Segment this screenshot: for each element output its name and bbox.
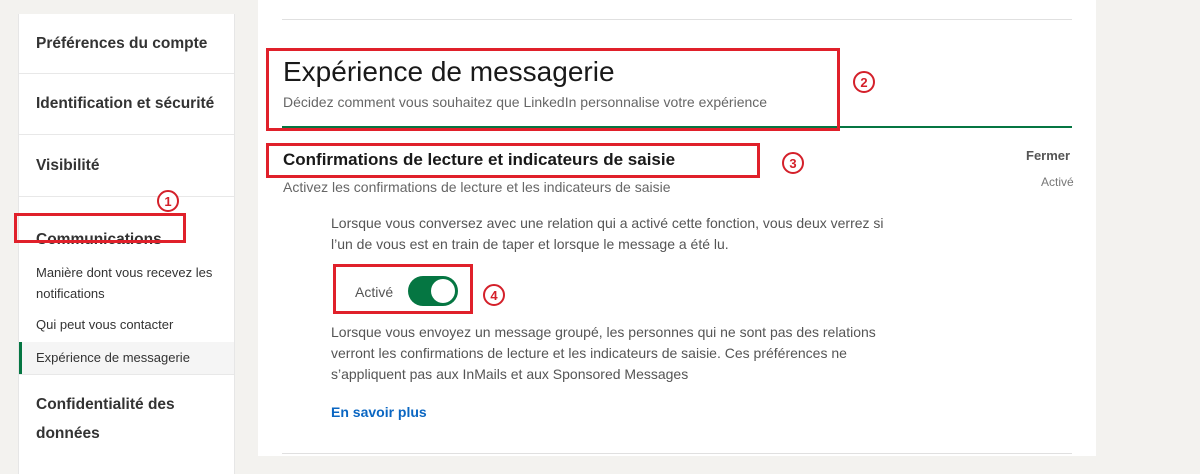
sidebar-item-data-privacy[interactable]: Confidentialité des données — [19, 390, 234, 452]
sidebar-item-sign-in-security[interactable]: Identification et sécurité — [19, 74, 234, 135]
setting-note-text: Lorsque vous envoyez un message groupé, … — [331, 324, 876, 382]
annotation-badge-2: 2 — [853, 71, 875, 93]
annotation-box-4 — [333, 264, 473, 314]
sidebar-subitem-notifications[interactable]: Manière dont vous recevez les notificati… — [19, 262, 234, 304]
setting-status: Activé — [1041, 175, 1074, 189]
learn-more-link[interactable]: En savoir plus — [331, 404, 427, 420]
annotation-badge-3: 3 — [782, 152, 804, 174]
sidebar-subitem-messaging-experience[interactable]: Expérience de messagerie — [19, 342, 234, 374]
annotation-box-3 — [266, 143, 760, 178]
close-button[interactable]: Fermer — [1026, 148, 1070, 163]
sidebar-item-label: Préférences du compte — [36, 34, 208, 52]
annotation-box-1 — [14, 213, 186, 243]
top-divider — [282, 19, 1072, 20]
sidebar-item-label: Visibilité — [36, 156, 100, 174]
sidebar-item-account-preferences[interactable]: Préférences du compte — [19, 14, 234, 74]
sidebar-subitem-who-can-contact[interactable]: Qui peut vous contacter — [19, 314, 234, 335]
sidebar-item-label: Confidentialité des données — [36, 396, 175, 442]
bottom-divider — [282, 453, 1072, 454]
setting-info-text: Lorsque vous conversez avec une relation… — [331, 215, 884, 252]
sidebar-divider — [19, 374, 234, 375]
sidebar-item-label: Identification et sécurité — [36, 95, 215, 112]
setting-description: Activez les confirmations de lecture et … — [283, 179, 671, 195]
annotation-box-2 — [266, 48, 840, 131]
annotation-badge-4: 4 — [483, 284, 505, 306]
settings-sidebar: Préférences du compte Identification et … — [18, 14, 235, 474]
annotation-badge-1: 1 — [157, 190, 179, 212]
sidebar-item-visibility[interactable]: Visibilité — [19, 135, 234, 197]
